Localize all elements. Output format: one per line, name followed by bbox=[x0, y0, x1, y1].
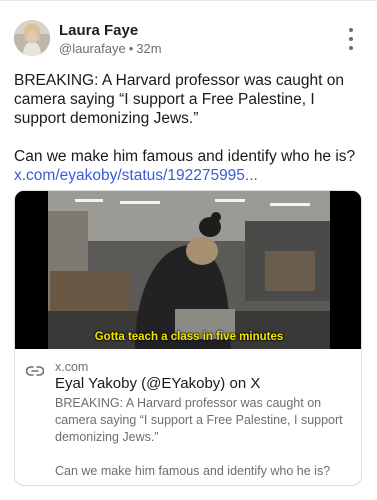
link-preview-card[interactable]: Gotta teach a class in five minutes x.co… bbox=[14, 190, 362, 486]
more-dot bbox=[349, 28, 353, 32]
post-timestamp[interactable]: 32m bbox=[136, 41, 161, 56]
video-thumbnail[interactable]: Gotta teach a class in five minutes bbox=[15, 191, 361, 349]
post-meta: @laurafaye • 32m bbox=[59, 41, 162, 56]
meta-separator: • bbox=[128, 41, 134, 56]
more-dot bbox=[349, 37, 353, 41]
video-caption: Gotta teach a class in five minutes bbox=[94, 331, 284, 343]
more-vertical-icon[interactable] bbox=[341, 28, 361, 50]
link-icon bbox=[26, 366, 44, 376]
more-dot bbox=[349, 46, 353, 50]
top-divider bbox=[0, 0, 377, 1]
link-domain: x.com bbox=[55, 360, 89, 374]
post-body: BREAKING: A Harvard professor was caught… bbox=[14, 71, 366, 185]
post-text-paragraph: Can we make him famous and identify who … bbox=[14, 148, 356, 165]
link-preview-info[interactable]: x.com Eyal Yakoby (@EYakoby) on X BREAKI… bbox=[15, 349, 361, 485]
author-name[interactable]: Laura Faye bbox=[59, 22, 138, 39]
link-description: BREAKING: A Harvard professor was caught… bbox=[55, 395, 357, 480]
avatar[interactable] bbox=[14, 20, 50, 56]
link-description-paragraph: Can we make him famous and identify who … bbox=[55, 464, 331, 478]
author-handle[interactable]: @laurafaye bbox=[59, 41, 126, 56]
link-description-paragraph: BREAKING: A Harvard professor was caught… bbox=[55, 396, 343, 444]
post-text-paragraph: BREAKING: A Harvard professor was caught… bbox=[14, 72, 344, 127]
link-title[interactable]: Eyal Yakoby (@EYakoby) on X bbox=[55, 375, 260, 392]
post-link[interactable]: x.com/eyakoby/status/192275995... bbox=[14, 167, 258, 184]
